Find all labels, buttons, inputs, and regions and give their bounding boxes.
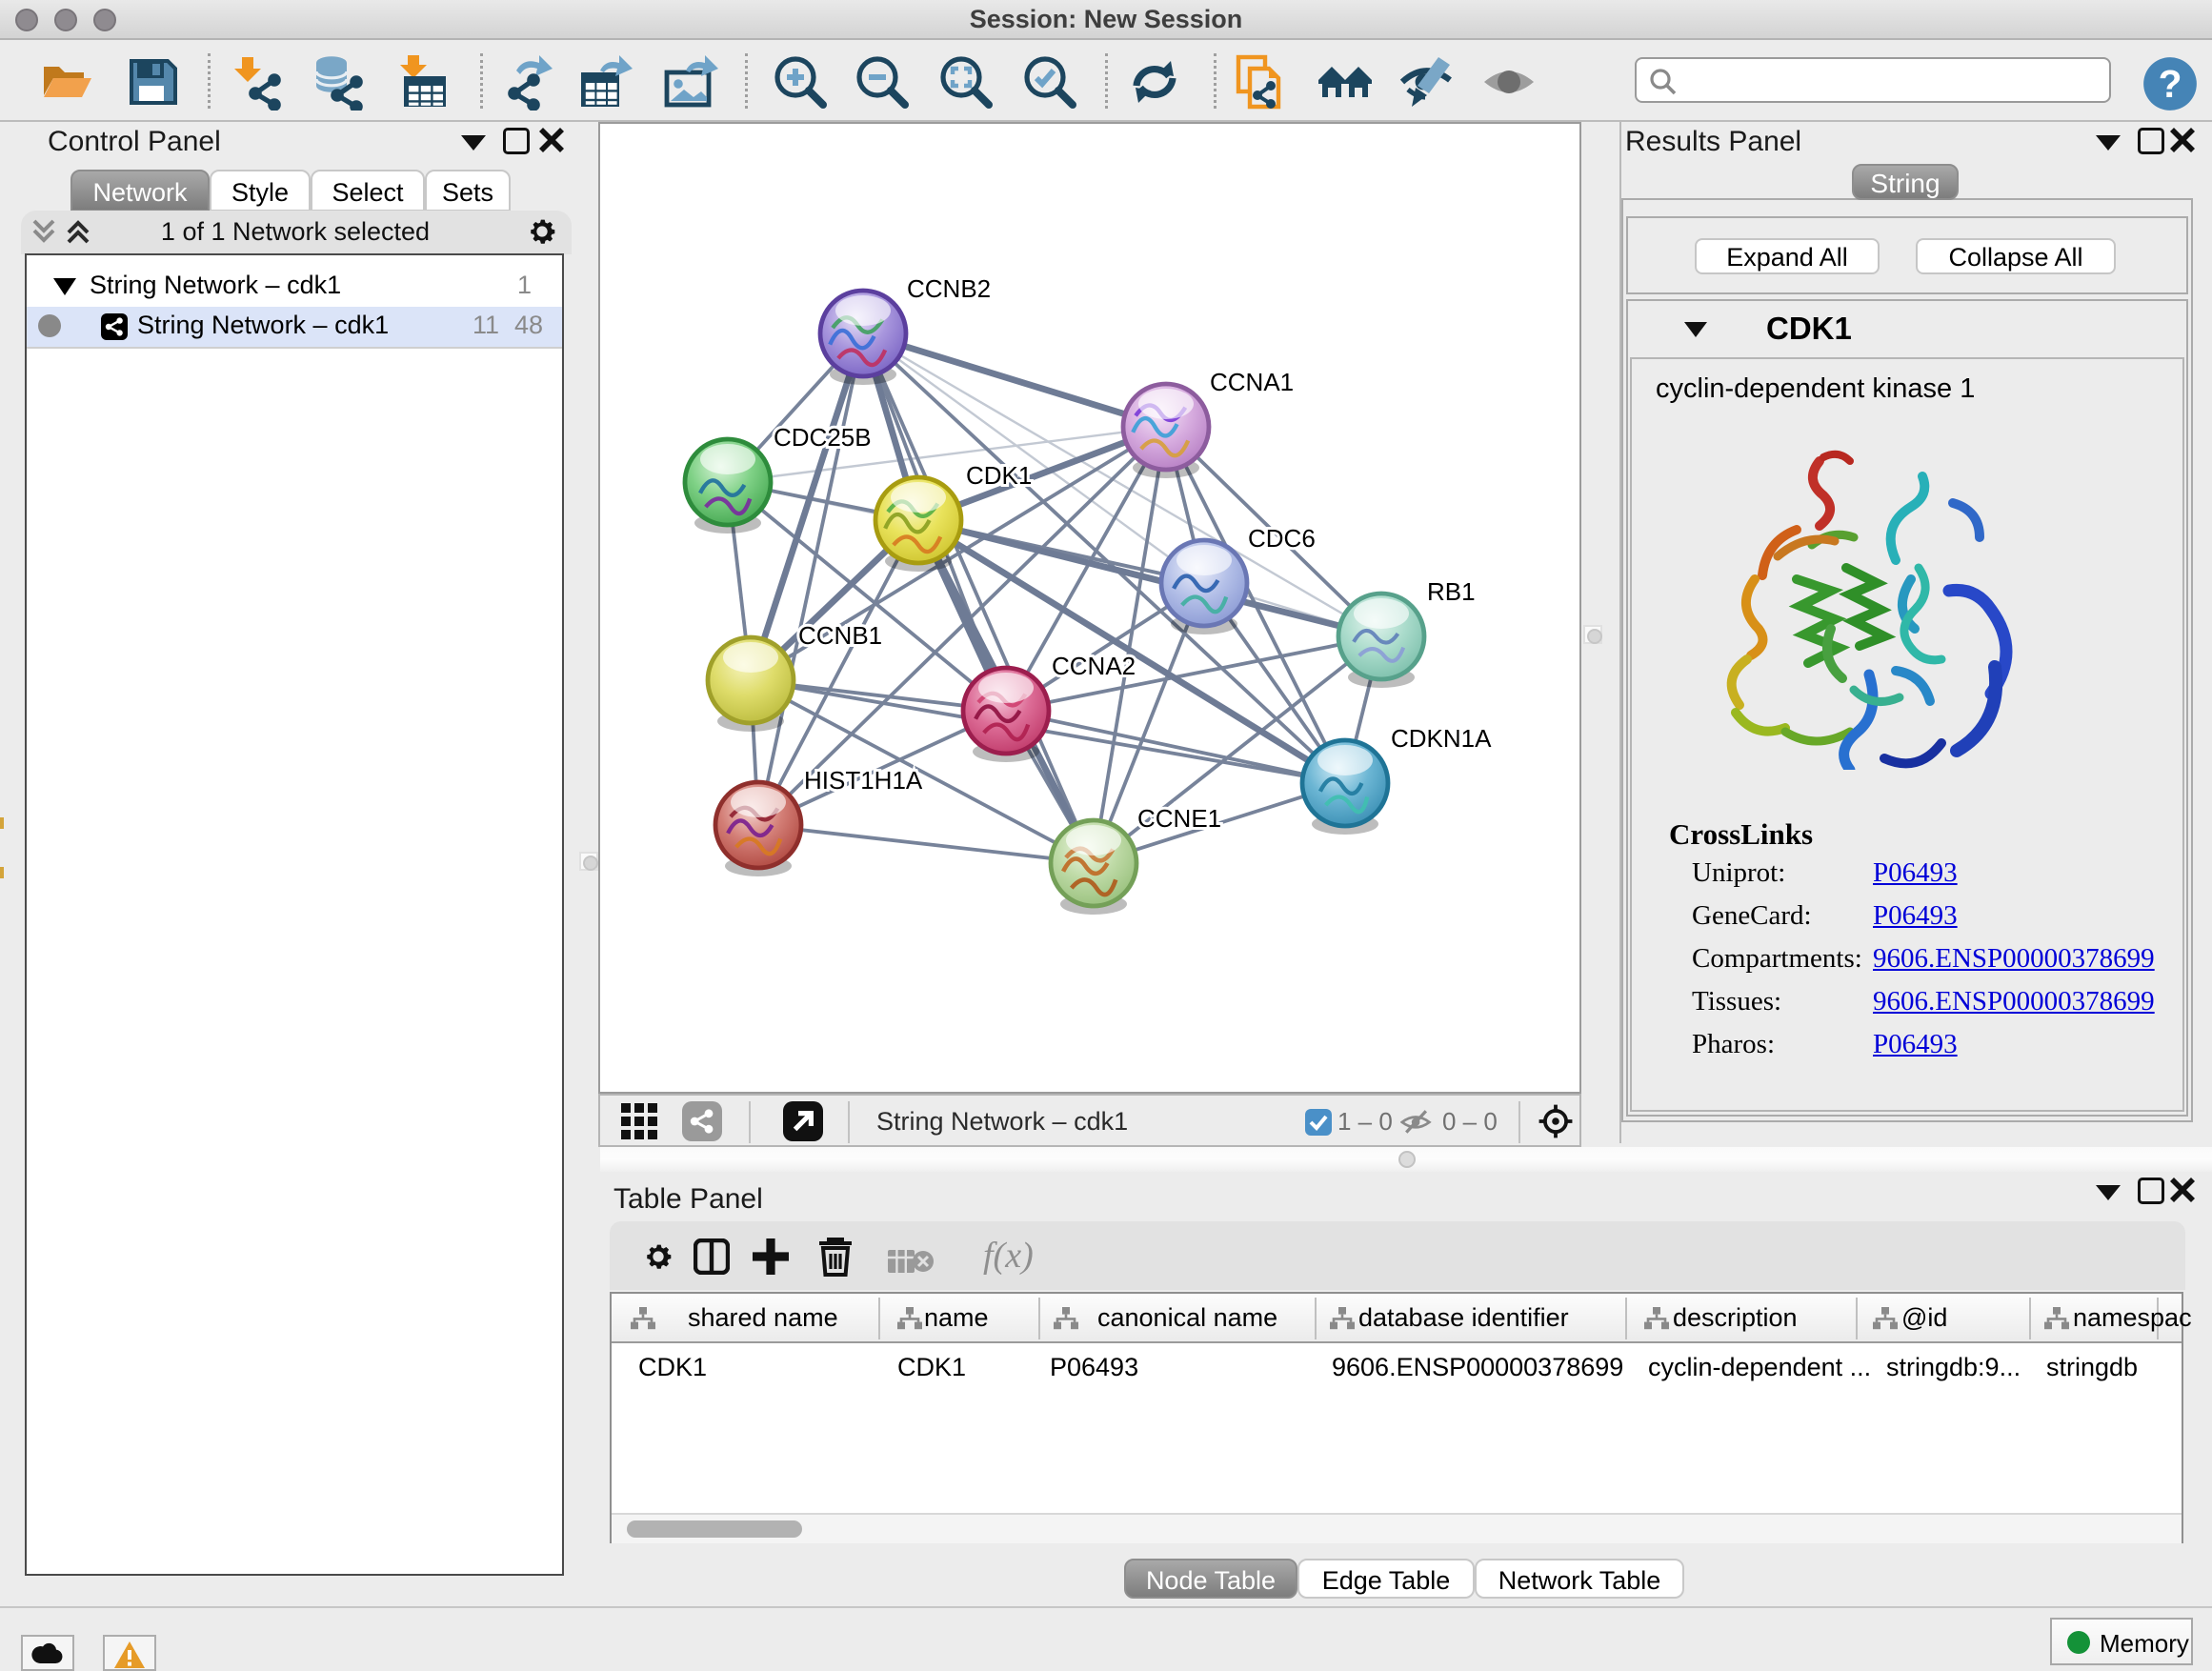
svg-text:CDC25B: CDC25B [774,423,872,452]
svg-text:CDKN1A: CDKN1A [1391,724,1492,753]
svg-text:RB1: RB1 [1427,577,1476,606]
svg-text:CCNA1: CCNA1 [1210,368,1294,396]
svg-text:CCNB1: CCNB1 [798,621,882,650]
svg-text:?: ? [2159,62,2182,106]
svg-text:HIST1H1A: HIST1H1A [804,766,923,795]
svg-text:CDK1: CDK1 [966,461,1032,490]
svg-text:CDC6: CDC6 [1248,524,1316,553]
svg-text:CCNE1: CCNE1 [1137,804,1221,833]
svg-text:CCNB2: CCNB2 [907,274,991,303]
svg-text:CCNA2: CCNA2 [1052,652,1136,680]
